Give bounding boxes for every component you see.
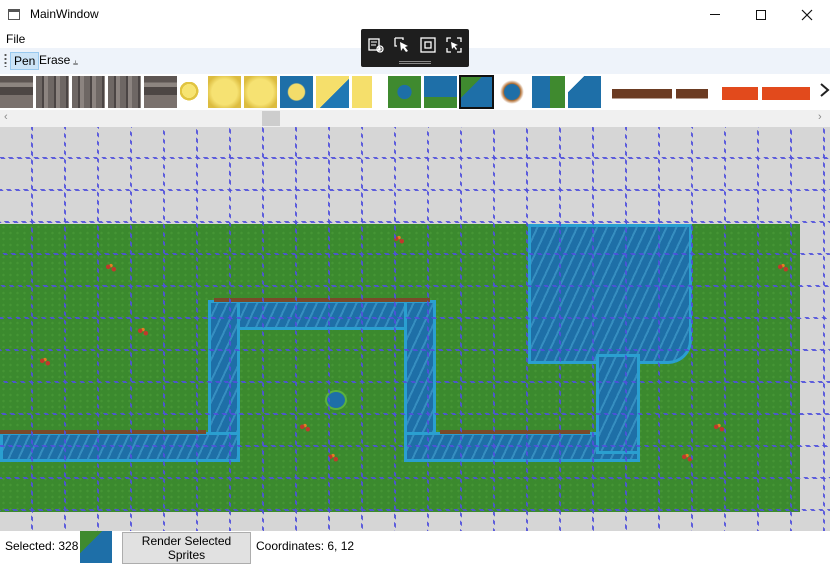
palette-tile-water-grass-edge[interactable] (532, 76, 565, 108)
flower-decoration (326, 452, 340, 464)
flower-decoration (776, 262, 790, 274)
palette-tile-water-hole[interactable] (388, 76, 421, 108)
lake (528, 224, 692, 364)
palette-tile-sand-full[interactable] (244, 76, 277, 108)
minimize-button[interactable] (692, 0, 738, 29)
palette-tile-water-grass[interactable] (424, 76, 457, 108)
palette-tile-stone-pillar[interactable] (72, 76, 105, 108)
palette-tile-water-corner[interactable] (568, 76, 601, 108)
flower-decoration (680, 452, 694, 464)
palette-tile-sand-small[interactable] (180, 82, 200, 102)
river-segment (208, 300, 240, 450)
river-segment (596, 354, 640, 454)
palette-tile-small-pond[interactable] (500, 80, 524, 104)
scroll-left-arrow-icon[interactable]: ‹ (4, 111, 8, 123)
flower-decoration (298, 422, 312, 434)
coordinates-label: Coordinates: 6, 12 (256, 539, 355, 553)
status-bar: Selected: 328 Render Selected Sprites Co… (0, 531, 830, 565)
river-bank (440, 430, 590, 434)
palette-tile-lava[interactable] (722, 76, 758, 108)
flower-decoration (392, 234, 406, 246)
small-pond (327, 392, 345, 408)
tile-palette (0, 74, 830, 110)
river-bank (214, 298, 430, 302)
render-selected-sprites-button[interactable]: Render Selected Sprites (122, 532, 251, 564)
pen-tool-button[interactable]: Pen (10, 52, 40, 70)
palette-tile-cliff[interactable] (612, 76, 672, 108)
runtime-debug-toolbar (361, 29, 469, 67)
flower-decoration (38, 356, 52, 368)
palette-tile-sand-full[interactable] (208, 76, 241, 108)
track-focus-icon[interactable] (446, 37, 462, 53)
palette-tile-sand-water-corner[interactable] (316, 76, 349, 108)
scroll-right-arrow-icon[interactable]: › (818, 111, 822, 123)
toolbar-overflow-icon[interactable]: ⫨ (73, 57, 78, 68)
palette-horizontal-scrollbar[interactable]: ‹ › (0, 110, 830, 127)
maximize-icon (756, 9, 766, 20)
palette-tile-sand-edge[interactable] (352, 76, 385, 108)
app-window-icon (8, 9, 20, 20)
palette-tile-partial[interactable] (818, 76, 830, 108)
palette-tile-cliff[interactable] (676, 76, 708, 108)
river-bank (0, 430, 206, 434)
river-segment (208, 300, 436, 330)
selected-sprite-label: Selected: 328 (5, 539, 79, 553)
close-icon (801, 9, 813, 20)
palette-tile-stone-pillar[interactable] (108, 76, 141, 108)
flower-decoration (136, 326, 150, 338)
scrollbar-thumb[interactable] (262, 111, 280, 126)
flower-decoration (712, 422, 726, 434)
select-element-icon[interactable] (368, 37, 384, 53)
river-segment (404, 300, 436, 440)
window-title: MainWindow (30, 7, 99, 21)
layout-adorner-icon[interactable] (420, 37, 436, 53)
tile-map[interactable] (0, 224, 800, 512)
toolbar-grip-icon[interactable] (4, 53, 7, 67)
menu-file[interactable]: File (6, 32, 25, 46)
palette-tile-stone-pillar[interactable] (36, 76, 69, 108)
flower-decoration (104, 262, 118, 274)
palette-tile-lava[interactable] (762, 76, 810, 108)
river-segment (0, 432, 240, 462)
debug-toolbar-drag-handle[interactable] (399, 61, 431, 64)
palette-tile-stone-wall[interactable] (0, 76, 33, 108)
main-window: MainWindow File Pen Erase ⫨ ‹ › Selected… (0, 0, 830, 565)
partial-tile-icon (820, 83, 830, 97)
maximize-button[interactable] (738, 0, 784, 29)
map-canvas[interactable] (0, 127, 830, 531)
selected-sprite-preview (80, 531, 112, 563)
palette-tile-grass-water-selected[interactable] (459, 75, 494, 109)
erase-tool-button[interactable]: Erase (36, 52, 73, 70)
palette-tile-stone-block[interactable] (144, 76, 177, 108)
pointer-icon[interactable] (394, 37, 410, 53)
minimize-icon (710, 14, 720, 15)
close-button[interactable] (784, 0, 830, 29)
palette-tile-sand-water[interactable] (280, 76, 313, 108)
title-bar[interactable]: MainWindow (0, 0, 830, 29)
